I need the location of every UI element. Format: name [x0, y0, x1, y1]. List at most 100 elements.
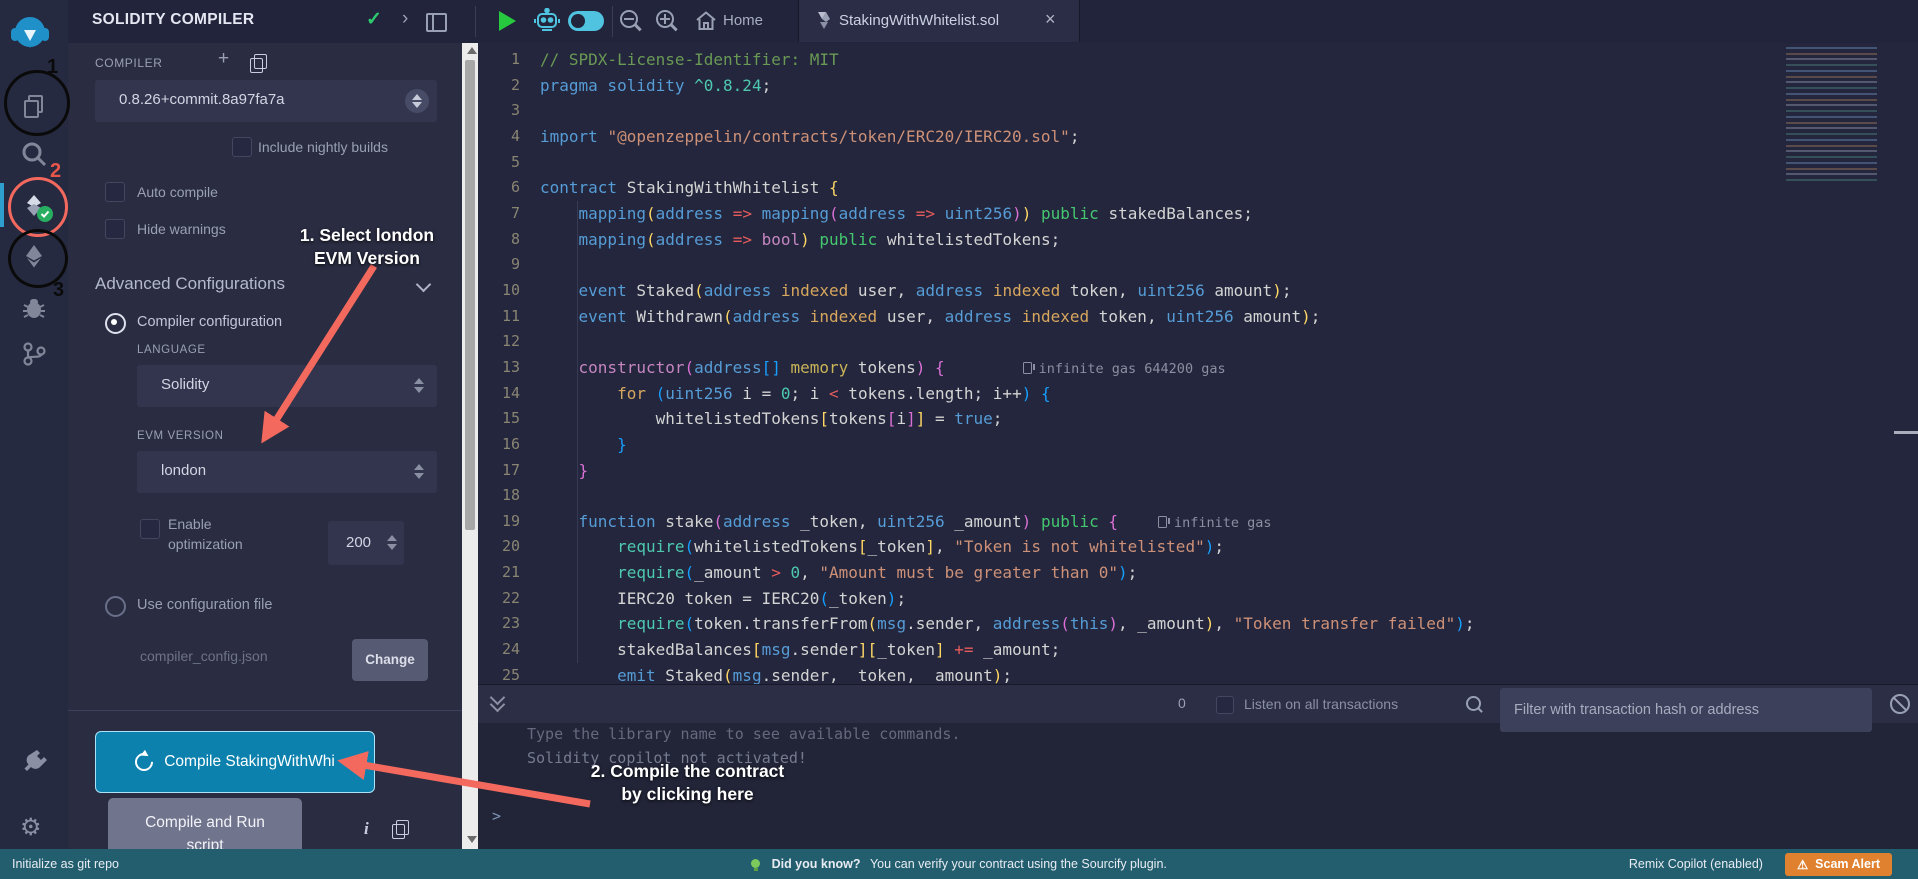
- code-token: =>: [733, 230, 752, 249]
- run-play-button[interactable]: [499, 11, 516, 31]
- hide-warnings-checkbox[interactable]: [105, 219, 125, 239]
- code-token: token,: [1060, 281, 1137, 300]
- tab-staking-with-whitelist[interactable]: StakingWithWhitelist.sol ×: [798, 0, 1080, 42]
- code-line[interactable]: function stake(address _token, uint256 _…: [540, 509, 1474, 535]
- terminal-search-icon[interactable]: [1466, 696, 1481, 711]
- code-token: [810, 230, 820, 249]
- change-config-button[interactable]: Change: [352, 639, 428, 681]
- advanced-configurations-heading[interactable]: Advanced Configurations: [95, 274, 285, 294]
- code-line[interactable]: whitelistedTokens[tokens[i]] = true;: [540, 406, 1474, 432]
- compiler-version-select[interactable]: 0.8.26+commit.8a97fa7a: [95, 80, 437, 122]
- code-token: address: [656, 230, 723, 249]
- minimap[interactable]: [1786, 47, 1892, 185]
- code-token: whitelistedTokens;: [877, 230, 1060, 249]
- listen-all-transactions-checkbox[interactable]: [1216, 696, 1234, 714]
- code-line[interactable]: require(_amount > 0, "Amount must be gre…: [540, 560, 1474, 586]
- clear-console-icon[interactable]: [1890, 694, 1910, 714]
- copilot-status[interactable]: Remix Copilot (enabled): [1629, 857, 1763, 871]
- code-token: _token: [829, 589, 887, 608]
- language-select[interactable]: Solidity: [137, 365, 437, 407]
- plugin-manager-plug-icon[interactable]: [20, 747, 48, 775]
- code-token: address: [656, 204, 723, 223]
- tab-close-icon[interactable]: ×: [1045, 9, 1056, 30]
- zoom-in-icon[interactable]: [656, 10, 674, 28]
- code-line[interactable]: mapping(address => bool) public whitelis…: [540, 227, 1474, 253]
- config-file-name[interactable]: compiler_config.json: [140, 648, 268, 664]
- editor-scrollbar[interactable]: [1894, 431, 1918, 434]
- terminal-prompt[interactable]: >: [492, 807, 501, 825]
- scam-alert-badge[interactable]: ⚠ Scam Alert: [1785, 853, 1892, 876]
- code-line[interactable]: event Withdrawn(address indexed user, ad…: [540, 304, 1474, 330]
- copilot-toggle[interactable]: [568, 11, 604, 31]
- optimization-runs-input[interactable]: 200: [328, 521, 404, 565]
- code-token: 0: [781, 384, 791, 403]
- code-line[interactable]: import "@openzeppelin/contracts/token/ER…: [540, 124, 1474, 150]
- code-line[interactable]: event Staked(address indexed user, addre…: [540, 278, 1474, 304]
- transaction-filter-input[interactable]: [1500, 688, 1872, 732]
- code-line[interactable]: [540, 329, 1474, 355]
- compile-button[interactable]: Compile StakingWithWhi: [95, 731, 375, 793]
- enable-optimization-checkbox[interactable]: [140, 519, 160, 539]
- tab-home[interactable]: Home: [723, 12, 763, 29]
- code-token: indexed: [993, 281, 1060, 300]
- publish-icon[interactable]: [250, 58, 263, 73]
- include-nightly-checkbox[interactable]: [232, 137, 252, 157]
- ai-copilot-robot-icon[interactable]: [533, 8, 561, 34]
- home-icon[interactable]: [694, 9, 718, 33]
- code-line[interactable]: [540, 483, 1474, 509]
- code-line[interactable]: [540, 252, 1474, 278]
- code-line[interactable]: constructor(address[] memory tokens) {in…: [540, 355, 1474, 381]
- copy-icon[interactable]: [392, 824, 405, 839]
- settings-gear-icon[interactable]: ⚙: [20, 813, 48, 841]
- code-token: for: [617, 384, 646, 403]
- code-token: [685, 76, 695, 95]
- code-token: ^0.8.24: [694, 76, 761, 95]
- code-line[interactable]: contract StakingWithWhitelist {: [540, 175, 1474, 201]
- code-line[interactable]: [540, 98, 1474, 124]
- code-token: (: [819, 589, 829, 608]
- code-line[interactable]: [540, 150, 1474, 176]
- code-token: uint256: [877, 512, 944, 531]
- code-line[interactable]: emit Staked(msg.sender, _token, _amount)…: [540, 663, 1474, 684]
- zoom-out-icon[interactable]: [620, 10, 638, 28]
- code-token: stakedBalances;: [1099, 204, 1253, 223]
- use-configuration-file-radio[interactable]: [105, 596, 126, 617]
- code-line[interactable]: for (uint256 i = 0; i < tokens.length; i…: [540, 381, 1474, 407]
- code-line[interactable]: }: [540, 432, 1474, 458]
- code-line[interactable]: require(token.transferFrom(msg.sender, a…: [540, 611, 1474, 637]
- sidebar-scrollbar-thumb[interactable]: [465, 60, 475, 530]
- scroll-down-icon[interactable]: [467, 836, 477, 843]
- search-icon[interactable]: [20, 140, 48, 168]
- pin-panel-icon[interactable]: [426, 13, 447, 32]
- code-token: Withdrawn: [627, 307, 723, 326]
- code-token: ): [1301, 307, 1311, 326]
- chevron-right-icon[interactable]: ›: [402, 8, 408, 30]
- code-line[interactable]: IERC20 token = IERC20(_token);: [540, 586, 1474, 612]
- compiler-configuration-radio[interactable]: [105, 313, 126, 334]
- code-line[interactable]: pragma solidity ^0.8.24;: [540, 73, 1474, 99]
- code-token: constructor: [579, 358, 685, 377]
- code-line[interactable]: mapping(address => mapping(address => ui…: [540, 201, 1474, 227]
- code-token: [752, 230, 762, 249]
- git-branch-icon[interactable]: [20, 340, 48, 368]
- code-editor[interactable]: 1234567891011121314151617181920212223242…: [478, 43, 1918, 684]
- info-icon[interactable]: i: [364, 819, 369, 839]
- debugger-bug-icon[interactable]: [20, 294, 48, 322]
- code-token: {: [1108, 512, 1118, 531]
- chevron-down-icon[interactable]: [416, 277, 432, 293]
- code-line[interactable]: // SPDX-License-Identifier: MIT: [540, 47, 1474, 73]
- auto-compile-checkbox[interactable]: [105, 182, 125, 202]
- code-line[interactable]: stakedBalances[msg.sender][_token] += _a…: [540, 637, 1474, 663]
- compiler-configuration-label: Compiler configuration: [137, 314, 282, 330]
- add-compiler-icon[interactable]: +: [218, 48, 229, 70]
- code-token: amount: [1205, 281, 1272, 300]
- code-line[interactable]: }: [540, 458, 1474, 484]
- code-token: pragma solidity: [540, 76, 685, 95]
- code-content[interactable]: // SPDX-License-Identifier: MITpragma so…: [540, 47, 1474, 684]
- scroll-up-icon[interactable]: [467, 47, 477, 54]
- evm-version-select[interactable]: london: [137, 451, 437, 493]
- code-token: (: [685, 614, 695, 633]
- code-token: _amount: [945, 512, 1022, 531]
- code-line[interactable]: require(whitelistedTokens[_token], "Toke…: [540, 534, 1474, 560]
- version-stepper-icon[interactable]: [405, 89, 429, 113]
